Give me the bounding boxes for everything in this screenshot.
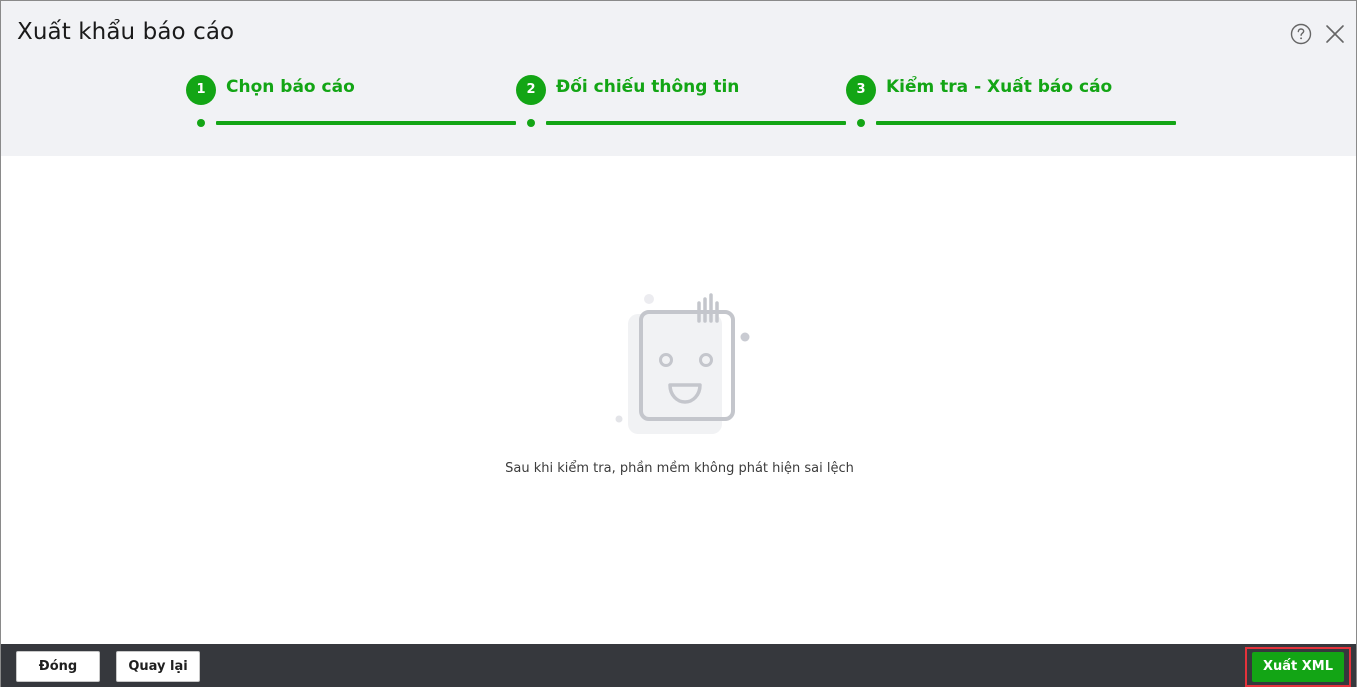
step-progress-line	[876, 121, 1176, 125]
step-dot	[857, 119, 865, 127]
step-label: Đối chiếu thông tin	[556, 77, 740, 97]
step-number: 2	[516, 75, 546, 105]
step-label: Chọn báo cáo	[226, 77, 355, 97]
step-number: 1	[186, 75, 216, 105]
step-dot	[197, 119, 205, 127]
dialog-footer: Đóng Quay lại	[1, 644, 1356, 687]
dialog-title: Xuất khẩu báo cáo	[17, 19, 235, 45]
export-report-dialog: Xuất khẩu báo cáo 1 Chọn báo cáo 2 Đối c…	[0, 0, 1357, 687]
empty-notebook-face-icon	[611, 289, 756, 439]
empty-state-message: Sau khi kiểm tra, phần mềm không phát hi…	[505, 461, 854, 476]
dialog-header: Xuất khẩu báo cáo 1 Chọn báo cáo 2 Đối c…	[1, 1, 1356, 156]
export-xml-button[interactable]: Xuất XML	[1252, 652, 1344, 682]
step-progress-line	[546, 121, 846, 125]
close-icon[interactable]	[1325, 24, 1345, 44]
close-button[interactable]: Đóng	[16, 651, 100, 682]
step-label: Kiểm tra - Xuất báo cáo	[886, 77, 1113, 97]
back-button[interactable]: Quay lại	[116, 651, 200, 682]
step-number: 3	[846, 75, 876, 105]
step-progress-line	[216, 121, 516, 125]
step-dot	[527, 119, 535, 127]
help-circle-icon[interactable]	[1290, 23, 1312, 45]
